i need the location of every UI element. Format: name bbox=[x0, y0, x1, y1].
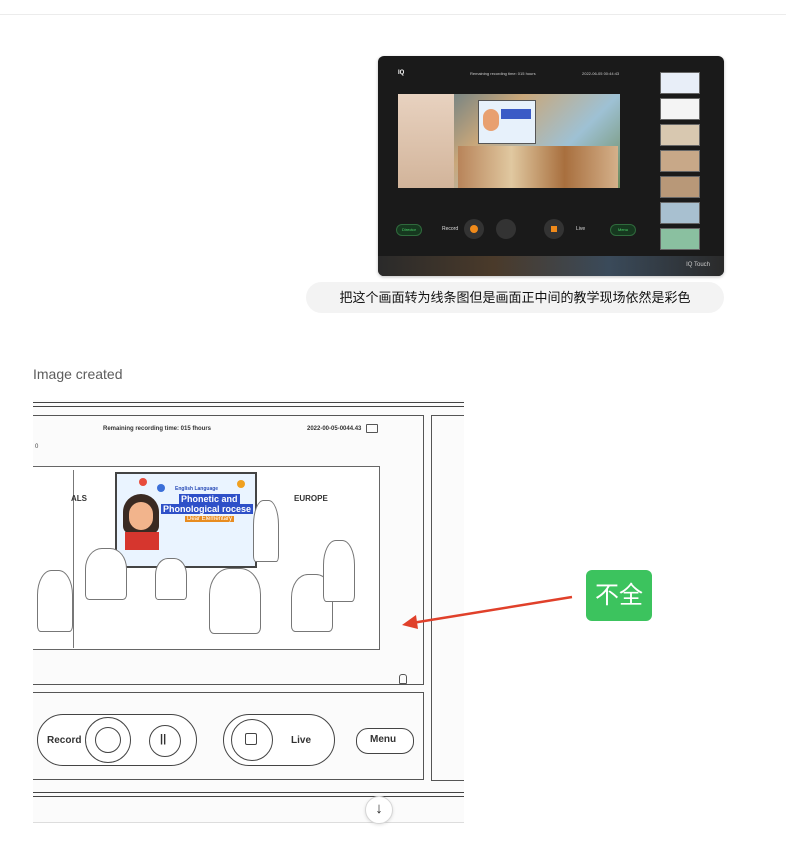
arrow-head-icon bbox=[402, 615, 418, 629]
arrow-shaft bbox=[411, 595, 573, 625]
arrow-down-icon: ↓ bbox=[375, 800, 383, 817]
scroll-down-button[interactable]: ↓ bbox=[365, 796, 393, 824]
annotation-badge: 不全 bbox=[586, 570, 652, 621]
annotation-arrow bbox=[402, 595, 573, 629]
